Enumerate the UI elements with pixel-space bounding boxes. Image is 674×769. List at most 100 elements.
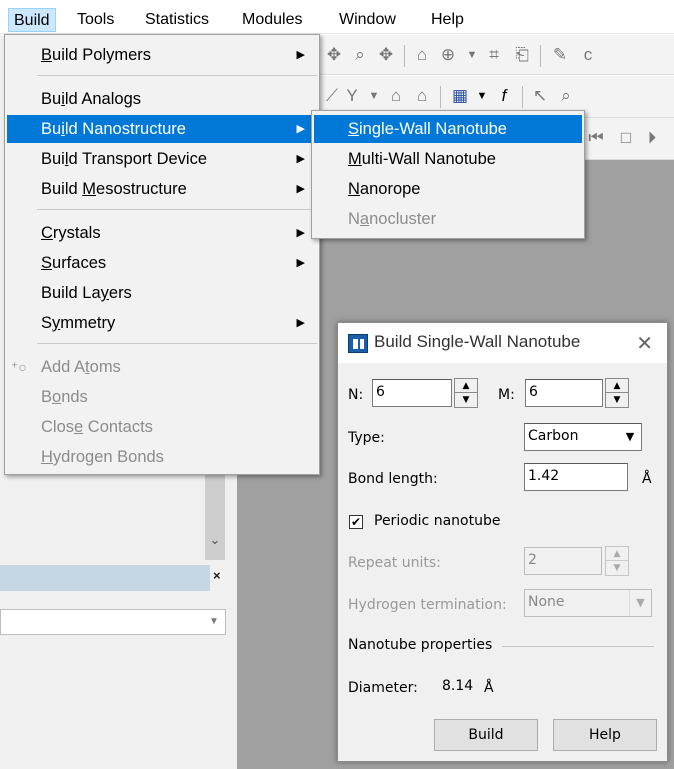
menu-tools[interactable]: Tools (72, 8, 119, 32)
dropdown2-icon[interactable]: ▼ (362, 84, 386, 108)
build-nanotube-dialog: Build Single-Wall Nanotube ✕ N: 6 ▲ ▼ M:… (337, 322, 668, 762)
menu-item-build-polymers[interactable]: Build Polymers ▶ (7, 41, 317, 69)
spin-up-icon: ▲ (606, 547, 628, 561)
pencil-icon[interactable]: ✎ (548, 43, 572, 67)
bond-length-input[interactable]: 1.42 (524, 463, 628, 491)
menu-item-crystals[interactable]: Crystals ▶ (7, 219, 317, 247)
translate-icon[interactable]: ✥ (374, 43, 398, 67)
menu-item-build-mesostructure[interactable]: Build Mesostructure ▶ (7, 175, 317, 203)
reset-view-icon[interactable]: ⌂ (410, 43, 434, 67)
periodic-checkbox[interactable]: ✔ (349, 515, 363, 529)
submenu-arrow-icon: ▶ (296, 49, 305, 61)
properties-divider (502, 646, 654, 647)
menu-item-label: Build Transport Device (41, 150, 208, 168)
step-back-icon[interactable]: ⏮ (584, 126, 608, 150)
diameter-unit: Å (484, 680, 494, 696)
submenu-arrow-icon: ▶ (296, 153, 305, 165)
spin-down-icon[interactable]: ▼ (455, 393, 477, 407)
menu-help[interactable]: Help (426, 8, 469, 32)
spin-down-icon[interactable]: ▼ (606, 393, 628, 407)
menu-item-label: Crystals (41, 224, 101, 242)
stop-icon[interactable]: □ (614, 126, 638, 150)
menu-build[interactable]: Build (8, 8, 56, 32)
menu-item-label: Hydrogen Bonds (41, 448, 164, 466)
diameter-value: 8.14 (442, 678, 474, 694)
periodic-label[interactable]: Periodic nanotube (374, 513, 500, 529)
dialog-title: Build Single-Wall Nanotube (374, 332, 581, 351)
menu-item-nanorope[interactable]: Nanorope (314, 175, 582, 203)
menu-item-hydrogen-bonds: Hydrogen Bonds (7, 443, 317, 471)
play-icon[interactable]: ⏵ (640, 126, 664, 150)
lock2-icon[interactable]: ⌂ (410, 84, 434, 108)
menu-item-surfaces[interactable]: Surfaces ▶ (7, 249, 317, 277)
menu-modules[interactable]: Modules (237, 8, 307, 32)
m-input[interactable]: 6 (525, 379, 603, 407)
repeat-units-label: Repeat units: (348, 555, 441, 571)
m-stepper[interactable]: ▲ ▼ (605, 378, 629, 408)
spin-up-icon[interactable]: ▲ (606, 379, 628, 393)
menu-window[interactable]: Window (334, 8, 401, 32)
menu-item-build-analogs[interactable]: Build Analogs (7, 85, 317, 113)
menu-item-label: Build Nanostructure (41, 120, 186, 138)
menu-statistics[interactable]: Statistics (140, 8, 214, 32)
c-icon[interactable]: c (576, 43, 600, 67)
menu-item-label: Nanorope (348, 180, 421, 198)
menu-item-build-layers[interactable]: Build Layers (7, 279, 317, 307)
menu-item-label: Build Polymers (41, 46, 152, 64)
app-icon (348, 334, 368, 353)
build-menu: Build Polymers ▶ Build Analogs Build Nano… (4, 34, 320, 475)
hydrogen-termination-value: None (528, 594, 565, 610)
menu-item-close-contacts: Close Contacts (7, 413, 317, 441)
lock-icon[interactable]: ⌂ (384, 84, 408, 108)
close-icon[interactable]: ✕ (636, 331, 653, 355)
nanotube-properties-label: Nanotube properties (348, 637, 493, 653)
menu-item-label: Close Contacts (41, 418, 153, 436)
repeat-units-input: 2 (524, 547, 602, 575)
search-icon[interactable]: ⌕ (554, 84, 578, 108)
n-stepper[interactable]: ▲ ▼ (454, 378, 478, 408)
menu-item-build-transport-device[interactable]: Build Transport Device ▶ (7, 145, 317, 173)
function-icon[interactable]: f (492, 84, 516, 108)
panel-close-icon[interactable]: × (213, 568, 221, 583)
rotate-icon[interactable]: ✥ (322, 43, 346, 67)
dialog-titlebar[interactable]: Build Single-Wall Nanotube ✕ (338, 323, 667, 363)
menu-item-single-wall-nanotube[interactable]: Single-Wall Nanotube (314, 115, 582, 143)
type-select[interactable]: Carbon ▼ (524, 423, 642, 451)
spin-down-icon: ▼ (613, 563, 621, 573)
submenu-arrow-icon: ▶ (296, 317, 305, 329)
menu-item-label: Build Analogs (41, 90, 142, 108)
menu-item-label: Surfaces (41, 254, 107, 272)
m-label: M: (498, 387, 515, 403)
hydrogen-termination-label: Hydrogen termination: (348, 597, 507, 613)
grid-icon[interactable]: ▦ (448, 84, 472, 108)
fit-icon[interactable]: ⌗ (482, 43, 506, 67)
pointer-icon[interactable]: ↖ (528, 84, 552, 108)
bond-length-label: Bond length: (348, 471, 438, 487)
fork-icon[interactable]: Y (340, 84, 364, 108)
help-button[interactable]: Help (553, 719, 657, 751)
menu-item-label: Build Mesostructure (41, 180, 187, 198)
menu-item-label: Symmetry (41, 314, 116, 332)
zoom-icon[interactable]: ⌕ (348, 43, 372, 67)
spin-up-icon[interactable]: ▲ (455, 379, 477, 393)
type-select-value: Carbon (528, 428, 579, 444)
add-atom-icon: ⁺○ (11, 359, 27, 375)
chevron-down-icon[interactable]: ▼ (619, 424, 641, 450)
display-style-icon[interactable]: ⎗ (510, 43, 534, 67)
menu-item-label: Build Layers (41, 284, 132, 302)
toolbar-row-1: ✥ ⌕ ✥ ⌂ ⊕ ▼ ⌗ ⎗ ✎ c (316, 35, 674, 75)
panel-combo[interactable]: ▼ (0, 609, 226, 635)
repeat-units-stepper: ▲ ▼ (605, 546, 629, 576)
dropdown3-icon[interactable]: ▼ (470, 84, 494, 108)
menu-item-symmetry[interactable]: Symmetry ▶ (7, 309, 317, 337)
n-label: N: (348, 387, 364, 403)
menu-item-multi-wall-nanotube[interactable]: Multi-Wall Nanotube (314, 145, 582, 173)
hydrogen-termination-select: None ▼ (524, 589, 652, 617)
center-icon[interactable]: ⊕ (436, 43, 460, 67)
panel-header-strip (0, 565, 210, 591)
dropdown-icon[interactable]: ▼ (460, 43, 484, 67)
scroll-down-icon[interactable]: ⌄ (206, 532, 224, 552)
build-button[interactable]: Build (434, 719, 538, 751)
n-input[interactable]: 6 (372, 379, 452, 407)
menu-item-build-nanostructure[interactable]: Build Nanostructure ▶ (7, 115, 317, 143)
